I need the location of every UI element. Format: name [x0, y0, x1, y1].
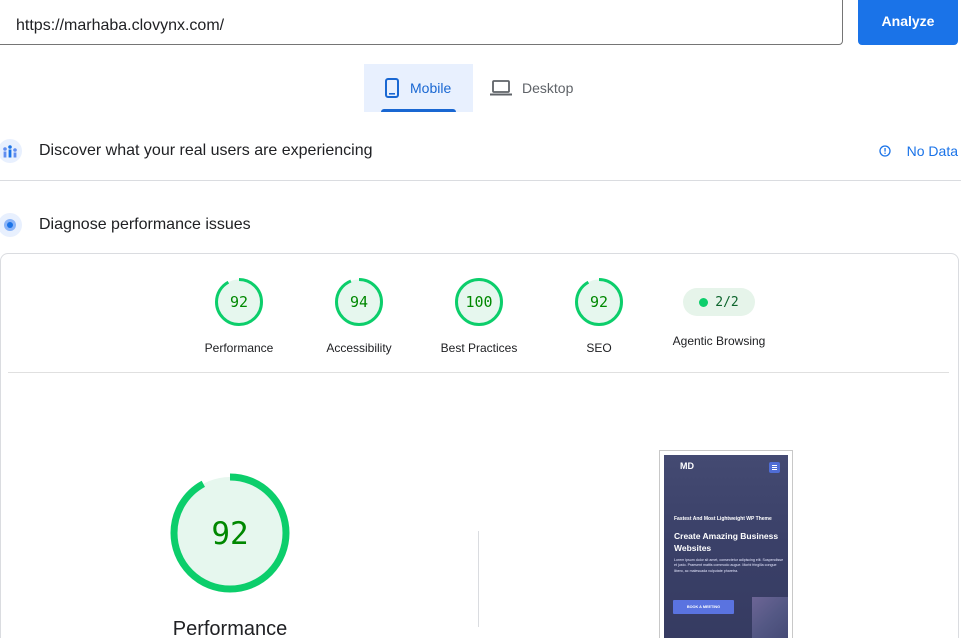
site-hero-image — [752, 597, 788, 638]
url-input[interactable] — [0, 0, 843, 45]
lab-data-section: Diagnose performance issues — [0, 211, 961, 239]
vertical-divider — [478, 531, 479, 627]
gauge-best-practices-ring: 100 — [455, 278, 503, 326]
gauge-performance-score: 92 — [230, 293, 248, 311]
tab-desktop[interactable]: Desktop — [490, 64, 590, 112]
lighthouse-icon — [0, 213, 22, 237]
gauge-seo[interactable]: 92 SEO — [539, 277, 659, 355]
performance-detail-score: 92 — [211, 516, 248, 552]
agentic-value: 2/2 — [715, 294, 739, 310]
tab-mobile-label: Mobile — [410, 80, 452, 96]
field-data-section: Discover what your real users are experi… — [0, 137, 961, 165]
gauge-accessibility-label: Accessibility — [326, 341, 392, 355]
tab-desktop-label: Desktop — [522, 80, 574, 96]
gauge-accessibility-ring: 94 — [335, 278, 383, 326]
site-headline: Create Amazing Business Websites — [674, 531, 779, 553]
site-eyebrow: Fastest And Most Lightweight WP Theme — [674, 516, 772, 522]
laptop-icon — [490, 79, 512, 97]
performance-detail-label: Performance — [172, 618, 288, 638]
section-divider — [0, 180, 961, 181]
gauge-agentic-browsing[interactable]: 2/2 Agentic Browsing — [659, 277, 779, 348]
pass-dot-icon — [699, 297, 709, 307]
site-cta-button: BOOK A MEETING — [673, 600, 734, 614]
gauge-seo-ring: 92 — [575, 278, 623, 326]
no-data-status[interactable]: No Data — [878, 143, 958, 159]
lab-data-title: Diagnose performance issues — [39, 216, 251, 233]
users-chart-icon — [0, 139, 22, 163]
gauge-performance-label: Performance — [204, 341, 274, 355]
gauge-best-practices-label: Best Practices — [440, 341, 518, 355]
gauges-divider — [8, 372, 949, 373]
tab-mobile[interactable]: Mobile — [364, 64, 473, 112]
analyze-button[interactable]: Analyze — [858, 0, 958, 45]
agentic-pill: 2/2 — [683, 288, 755, 316]
site-logo: MD — [680, 461, 694, 471]
info-icon — [878, 145, 891, 157]
final-screenshot[interactable]: MD Fastest And Most Lightweight WP Theme… — [659, 450, 793, 638]
gauge-seo-score: 92 — [590, 293, 608, 311]
gauge-seo-label: SEO — [586, 341, 612, 355]
tab-active-indicator — [381, 109, 456, 112]
smartphone-icon — [384, 78, 400, 98]
gauge-accessibility-score: 94 — [350, 293, 368, 311]
agentic-label: Agentic Browsing — [672, 334, 766, 348]
no-data-label: No Data — [906, 143, 958, 159]
screenshot-screen: MD Fastest And Most Lightweight WP Theme… — [664, 455, 788, 638]
performance-detail-gauge: 92 — [170, 473, 290, 593]
gauge-best-practices-score: 100 — [465, 293, 492, 311]
field-data-title: Discover what your real users are experi… — [39, 142, 373, 159]
gauge-performance-ring: 92 — [215, 278, 263, 326]
gauge-performance[interactable]: 92 Performance — [179, 277, 299, 355]
gauge-accessibility[interactable]: 94 Accessibility — [299, 277, 419, 355]
hamburger-menu-icon — [769, 462, 780, 473]
site-body-text: Lorem ipsum dolor sit amet, consectetur … — [674, 558, 784, 573]
gauge-best-practices[interactable]: 100 Best Practices — [419, 277, 539, 355]
